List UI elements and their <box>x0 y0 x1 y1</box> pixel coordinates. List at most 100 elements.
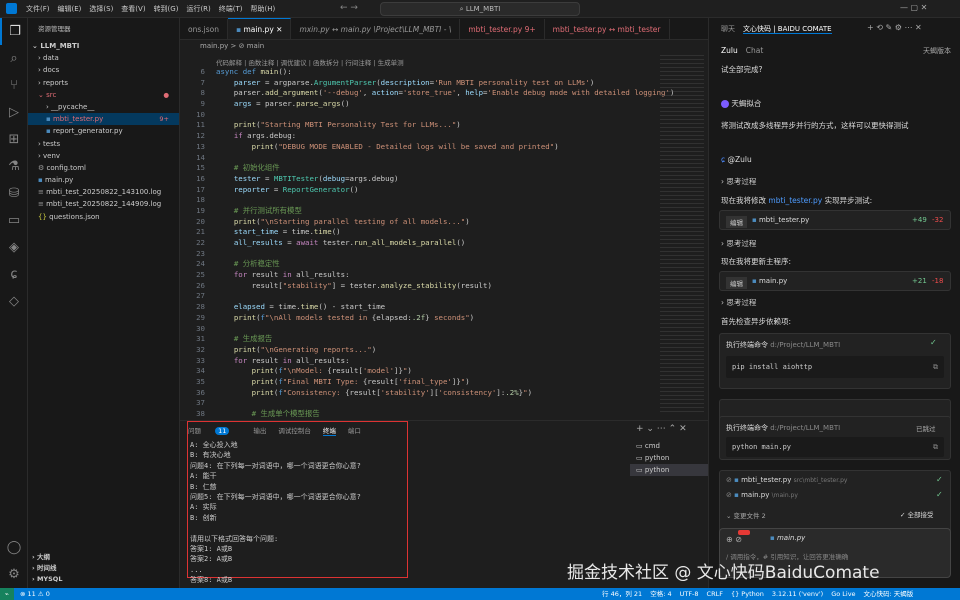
line-ending[interactable]: CRLF <box>707 590 723 598</box>
mysql-section[interactable]: › MYSQL <box>28 574 180 585</box>
new-badge <box>738 530 750 535</box>
breadcrumb[interactable]: main.py > ⊘ main <box>180 40 708 52</box>
code-line: 8 parser.add_argument('--debug', action=… <box>200 88 675 98</box>
chat-text: 现在我将更新主程序: <box>721 257 792 266</box>
outline-section[interactable]: › 大纲 <box>28 552 180 563</box>
file-log-1[interactable]: ≡ mbti_test_20250822_143100.log <box>28 186 179 198</box>
tab-main-py[interactable]: ▪ main.py ✕ <box>227 18 292 39</box>
editor-tabs: ons.json ▪ main.py ✕ mxin.py ↔ main.py \Pr… <box>180 18 708 40</box>
menu-selection[interactable]: 选择(S) <box>85 0 117 18</box>
minimap[interactable] <box>660 55 704 415</box>
folder-src[interactable]: ⌄ src ● <box>28 89 179 101</box>
context-file-chip[interactable]: ▪ main.py <box>770 534 805 542</box>
code-line: 9 args = parser.parse_args() <box>200 99 350 109</box>
terminal-item-python-active[interactable]: ▭ python <box>630 464 708 476</box>
changed-file-2[interactable]: ⊘ ▪ main.py \main.py <box>726 491 798 499</box>
testing-icon[interactable]: ⚗ <box>0 153 28 180</box>
tab-zulu[interactable]: Zulu <box>721 46 738 55</box>
command-center-search[interactable]: ⌕ LLM_MBTI <box>380 2 580 16</box>
panel-actions[interactable]: + ⌄ ⋯ ⌃ ✕ <box>636 424 687 434</box>
search-icon[interactable]: ⌕ <box>0 45 28 72</box>
folder-tests[interactable]: › tests <box>28 138 179 150</box>
folder-venv[interactable]: › venv <box>28 150 179 162</box>
tab-chat-header[interactable]: 聊天 <box>721 25 735 33</box>
edit-card-main[interactable]: 编辑 ▪ main.py +21 -18 <box>719 271 951 291</box>
layers-icon[interactable]: ◇ <box>0 288 28 315</box>
code-editor[interactable]: 6 async def main(): 7 parser = argparse.A… <box>180 67 708 420</box>
tab-main-diff[interactable]: mxin.py ↔ main.py \Project\LLM_MBTI - \ <box>291 19 461 39</box>
thinking-toggle[interactable]: › 思考过程 <box>721 176 756 187</box>
window-controls[interactable]: — ▢ ✕ <box>900 3 927 12</box>
nav-back-icon[interactable]: ← → <box>340 3 358 13</box>
extensions-icon[interactable]: ⊞ <box>0 126 28 153</box>
folder-pycache[interactable]: › __pycache__ <box>28 101 179 113</box>
cursor-position[interactable]: 行 46，列 21 <box>602 590 642 598</box>
language-mode[interactable]: {} Python <box>731 590 764 598</box>
menu-run[interactable]: 运行(R) <box>182 0 214 18</box>
tab-questions-json[interactable]: ons.json <box>180 19 228 39</box>
code-line: 27 <box>196 291 205 301</box>
tab-comate-header[interactable]: 文心快码 | BAIDU COMATE <box>743 25 832 34</box>
terminal-output[interactable]: A: 全心投入地 B: 有决心地 问题4: 在下列每一对词语中，哪一个词语更合你… <box>187 421 408 584</box>
terminal-item-cmd[interactable]: ▭ cmd <box>630 440 708 452</box>
copy-icon[interactable]: ⧉ <box>933 437 938 457</box>
thinking-toggle[interactable]: › 思考过程 <box>721 297 756 308</box>
accept-all-button[interactable]: ✓ 全部接受 <box>900 509 934 519</box>
explorer-icon[interactable]: ❐ <box>0 18 28 45</box>
file-questions[interactable]: {} questions.json <box>28 211 179 223</box>
folder-reports[interactable]: › reports <box>28 77 179 89</box>
copy-icon[interactable]: ⧉ <box>933 356 938 378</box>
python-interpreter[interactable]: 3.12.11 ('venv') <box>772 590 823 598</box>
settings-gear-icon[interactable]: ⚙ <box>0 561 28 588</box>
attach-icon[interactable]: ⊕ ⊘ <box>726 535 742 544</box>
menu-goto[interactable]: 转到(G) <box>150 0 183 18</box>
menu-terminal[interactable]: 终端(T) <box>215 0 247 18</box>
problems-status[interactable]: ⊗ 11 ⚠ 0 <box>20 590 50 598</box>
menu-view[interactable]: 查看(V) <box>117 0 149 18</box>
menu-help[interactable]: 帮助(H) <box>247 0 280 18</box>
comate-logo-icon: ɕ <box>721 155 726 164</box>
menu-edit[interactable]: 编辑(E) <box>54 0 86 18</box>
folder-root[interactable]: ⌄ LLM_MBTI <box>28 40 179 52</box>
changes-summary[interactable]: ⌄ 变更文件 2 <box>726 510 766 520</box>
encoding[interactable]: UTF-8 <box>680 590 699 598</box>
folder-docs[interactable]: › docs <box>28 64 179 76</box>
file-log-2[interactable]: ≡ mbti_test_20250822_144909.log <box>28 198 179 210</box>
terminal-item-python[interactable]: ▭ python <box>630 452 708 464</box>
lines-removed: -32 <box>932 216 944 224</box>
code-line: 18 <box>196 195 205 205</box>
tab-chat[interactable]: Chat <box>746 46 764 55</box>
chat-text: 首先检查异步依赖项: <box>721 317 792 326</box>
comate-header-actions[interactable]: + ⟲ ✎ ⚙ ⋯ ✕ <box>867 23 922 32</box>
remote-icon[interactable]: ▭ <box>0 207 28 234</box>
mode-label[interactable]: 天蝎版本 <box>923 46 951 56</box>
code-line: 10 <box>196 109 205 119</box>
edit-file-name: ▪ mbti_tester.py <box>752 216 810 224</box>
menu-file[interactable]: 文件(F) <box>22 0 54 18</box>
tab-mbti-tester[interactable]: mbti_tester.py 9+ <box>460 19 545 39</box>
python-icon[interactable]: ◈ <box>0 234 28 261</box>
comate-status[interactable]: 文心快码: 天蝎版 <box>864 590 914 598</box>
timeline-section[interactable]: › 时间线 <box>28 563 180 574</box>
remote-indicator[interactable]: ⌁ <box>0 588 14 600</box>
indentation[interactable]: 空格: 4 <box>650 590 671 598</box>
file-config[interactable]: ⚙ config.toml <box>28 162 179 174</box>
file-main[interactable]: ▪ main.py <box>28 174 179 186</box>
file-mbti-tester[interactable]: ▪ mbti_tester.py 9+ <box>28 113 179 126</box>
code-line: 6 async def main(): <box>200 67 292 76</box>
source-control-icon[interactable]: ⑂ <box>0 72 28 99</box>
database-icon[interactable]: ⛁ <box>0 180 28 207</box>
file-report-generator[interactable]: ▪ report_generator.py <box>28 125 179 137</box>
account-icon[interactable]: ◯ <box>0 534 28 561</box>
comate-icon[interactable]: ɕ <box>0 261 28 288</box>
thinking-toggle[interactable]: › 思考过程 <box>721 238 756 249</box>
tab-mbti-diff[interactable]: mbti_tester.py ↔ mbti_tester <box>545 19 670 39</box>
file-link[interactable]: mbti_tester.py <box>768 196 822 205</box>
code-line: 32 print("\nGenerating reports...") <box>196 344 377 354</box>
run-debug-icon[interactable]: ▷ <box>0 99 28 126</box>
folder-data[interactable]: › data <box>28 52 179 64</box>
go-live-button[interactable]: Go Live <box>831 590 855 598</box>
codelens-actions[interactable]: 代码解释 | 函数注释 | 调优建议 | 函数拆分 | 行间注释 | 生成单测 <box>216 57 404 67</box>
edit-card-mbti[interactable]: 编辑 ▪ mbti_tester.py +49 -32 <box>719 210 951 230</box>
changed-file-1[interactable]: ⊘ ▪ mbti_tester.py src\mbti_tester.py <box>726 476 847 484</box>
